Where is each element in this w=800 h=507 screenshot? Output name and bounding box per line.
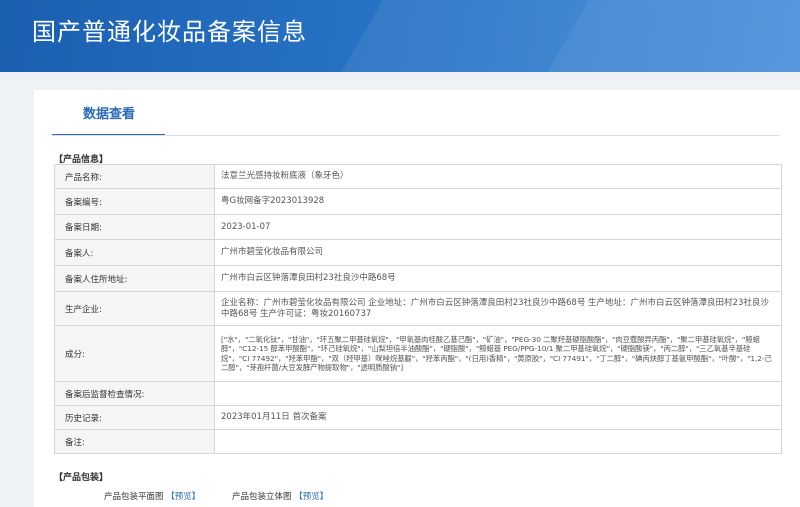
table-row: 备案编号: 粤G妆网备字2023013928 bbox=[54, 188, 782, 215]
content-card: 数据查看 【产品信息】 产品名称: 法意兰光感持妆粉底液（象牙色） 备案编号: … bbox=[34, 90, 800, 507]
package-solid-label: 产品包装立体图 bbox=[232, 492, 292, 502]
row-value bbox=[214, 429, 782, 454]
table-row: 历史记录: 2023年01月11日 首次备案 bbox=[54, 405, 782, 430]
table-row: 备案人: 广州市碧莹化妆品有限公司 bbox=[54, 239, 782, 266]
row-value: 法意兰光感持妆粉底液（象牙色） bbox=[214, 164, 782, 189]
row-value bbox=[214, 381, 782, 406]
table-row: 备案日期: 2023-01-07 bbox=[54, 214, 782, 240]
row-value: 广州市白云区钟落潭良田村23社良沙中路68号 bbox=[214, 265, 782, 292]
page-title: 国产普通化妆品备案信息 bbox=[32, 18, 307, 46]
row-label: 产品名称: bbox=[54, 164, 215, 189]
row-label: 备案后监督检查情况: bbox=[54, 381, 215, 406]
row-value: 企业名称：广州市碧莹化妆品有限公司 企业地址：广州市白云区钟落潭良田村23社良沙… bbox=[214, 291, 782, 326]
row-label: 备注: bbox=[54, 429, 215, 454]
tab-divider bbox=[52, 135, 780, 136]
row-label: 历史记录: bbox=[54, 405, 215, 430]
page-header: 国产普通化妆品备案信息 bbox=[0, 0, 800, 72]
section-package-title: 【产品包装】 bbox=[54, 473, 109, 483]
package-solid-item: 产品包装立体图 【预览】 bbox=[232, 490, 328, 502]
row-value: 2023年01月11日 首次备案 bbox=[214, 405, 782, 430]
table-row: 成分: ["水"，"二氧化钛"，"甘油"，"环五聚二甲基硅氧烷"，"甲氧基肉桂酸… bbox=[54, 325, 782, 382]
row-label: 生产企业: bbox=[54, 291, 215, 326]
table-row: 产品名称: 法意兰光感持妆粉底液（象牙色） bbox=[54, 164, 782, 189]
table-row: 备案人住所地址: 广州市白云区钟落潭良田村23社良沙中路68号 bbox=[54, 265, 782, 292]
row-value: 粤G妆网备字2023013928 bbox=[214, 188, 782, 215]
package-flat-item: 产品包装平面图 【预览】 bbox=[104, 490, 200, 502]
row-label: 备案人住所地址: bbox=[54, 265, 215, 292]
row-value: 广州市碧莹化妆品有限公司 bbox=[214, 239, 782, 266]
tab-data-view[interactable]: 数据查看 bbox=[54, 90, 164, 134]
row-label: 备案编号: bbox=[54, 188, 215, 215]
package-solid-preview-link[interactable]: 【预览】 bbox=[294, 492, 328, 502]
table-row: 备案后监督检查情况: bbox=[54, 381, 782, 406]
table-row: 生产企业: 企业名称：广州市碧莹化妆品有限公司 企业地址：广州市白云区钟落潭良田… bbox=[54, 291, 782, 326]
row-label: 备案日期: bbox=[54, 214, 215, 240]
package-flat-label: 产品包装平面图 bbox=[104, 492, 164, 502]
package-flat-preview-link[interactable]: 【预览】 bbox=[166, 492, 200, 502]
row-label: 备案人: bbox=[54, 239, 215, 266]
table-row: 备注: bbox=[54, 429, 782, 454]
row-value: 2023-01-07 bbox=[214, 214, 782, 240]
product-info-table: 产品名称: 法意兰光感持妆粉底液（象牙色） 备案编号: 粤G妆网备字202301… bbox=[54, 164, 782, 454]
row-label: 成分: bbox=[54, 325, 215, 382]
row-value: ["水"，"二氧化钛"，"甘油"，"环五聚二甲基硅氧烷"，"甲氧基肉桂酸乙基己酯… bbox=[214, 325, 782, 382]
